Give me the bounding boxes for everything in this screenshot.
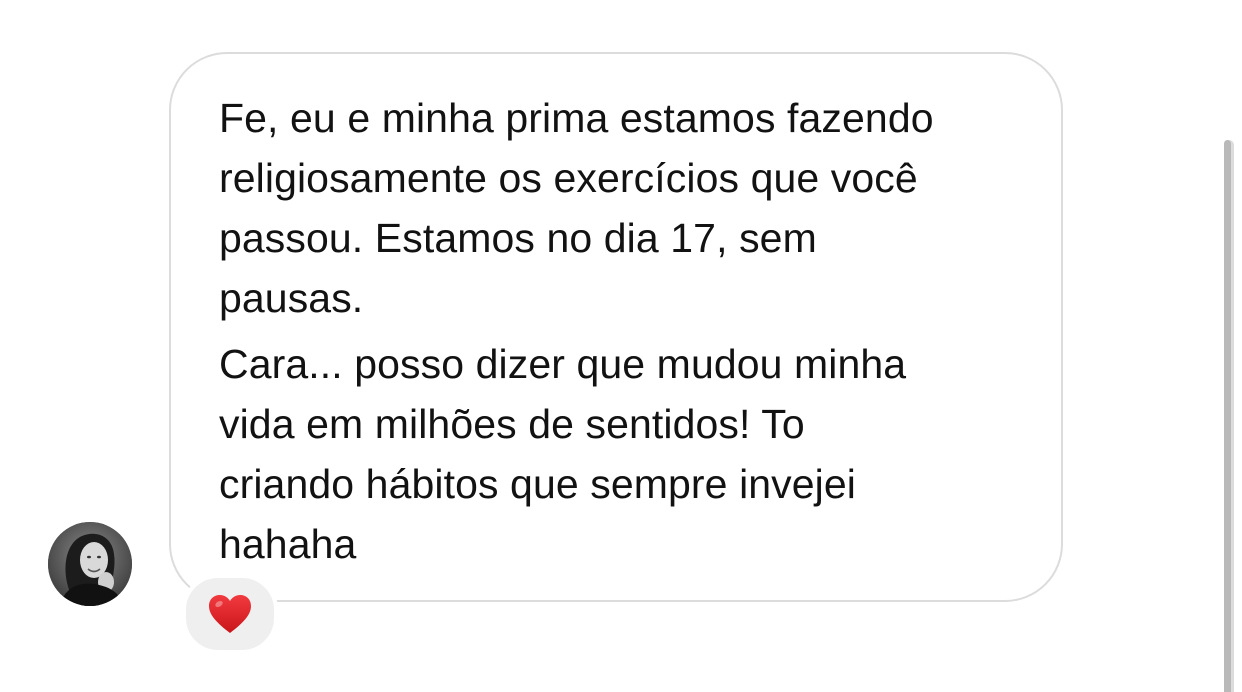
avatar-photo-icon [48,522,132,606]
scrollbar-track[interactable] [1224,140,1234,692]
red-heart-icon [209,595,251,633]
sender-avatar[interactable] [48,522,132,606]
reaction-badge[interactable] [182,574,278,654]
message-paragraph-2: Cara... posso dizer que mudou minha vida… [219,341,907,567]
scrollbar-thumb[interactable] [1224,140,1231,692]
message-paragraph-1: Fe, eu e minha prima estamos fazendo rel… [219,95,934,321]
message-text: Fe, eu e minha prima estamos fazendo rel… [219,88,1039,574]
message-bubble[interactable]: Fe, eu e minha prima estamos fazendo rel… [169,52,1063,602]
chat-screen: Fe, eu e minha prima estamos fazendo rel… [0,0,1242,692]
